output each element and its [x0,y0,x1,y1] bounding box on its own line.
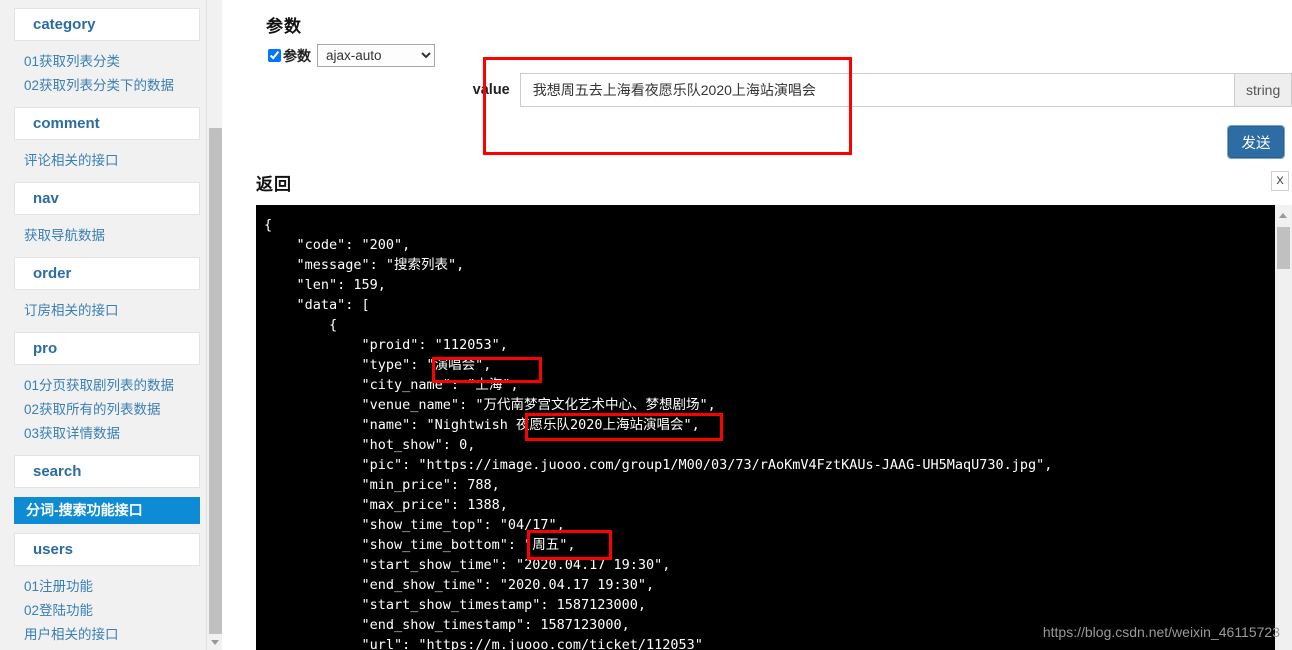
sidebar-spacer [0,98,208,107]
sidebar-spacer [0,290,208,299]
sidebar-spacer [0,140,208,149]
sidebar-item-order[interactable]: 订房相关的接口 [14,299,200,323]
sidebar-item-category[interactable]: 01获取列表分类 [14,50,200,74]
sidebar-group-users[interactable]: users [14,533,200,566]
sidebar-group-pro[interactable]: pro [14,332,200,365]
sidebar: category 01获取列表分类02获取列表分类下的数据 comment 评论相关的… [0,0,222,650]
params-checkbox-label: 参数 [283,46,311,66]
console-scrollbar-thumb[interactable] [1277,227,1290,269]
request-mode-select[interactable]: ajax-auto [317,44,435,67]
sidebar-scrollbar[interactable] [206,0,222,650]
sidebar-item-pro[interactable]: 03获取详情数据 [14,422,200,446]
console-scrollbar[interactable] [1275,205,1292,650]
api-debug-tool: category 01获取列表分类02获取列表分类下的数据 comment 评论相关的… [0,0,1292,650]
scroll-down-arrow-icon[interactable] [207,634,222,650]
response-section-title: 返回 [256,170,292,195]
close-icon[interactable]: X [1271,171,1289,191]
params-enabled-checkbox[interactable] [268,49,281,62]
response-json-body: { "code": "200", "message": "搜索列表", "len… [264,215,1052,650]
sidebar-group-comment[interactable]: comment [14,107,200,140]
param-mode-row: 参数 ajax-auto [268,44,435,67]
sidebar-spacer [0,173,208,182]
sidebar-spacer [0,248,208,257]
value-type-label: string [1234,73,1292,107]
sidebar-item-comment[interactable]: 评论相关的接口 [14,149,200,173]
params-section-title: 参数 [266,12,302,37]
response-console: { "code": "200", "message": "搜索列表", "len… [256,205,1292,650]
main-panel: 参数 参数 ajax-auto value string 发送 返回 X { "… [222,0,1292,650]
sidebar-spacer [0,488,208,497]
sidebar-scrollbar-thumb[interactable] [209,128,222,635]
sidebar-spacer [0,215,208,224]
value-field-label: value [462,73,520,107]
send-button[interactable]: 发送 [1228,126,1284,158]
sidebar-spacer [0,323,208,332]
sidebar-item-users[interactable]: 02登陆功能 [14,599,200,623]
sidebar-item-pro[interactable]: 02获取所有的列表数据 [14,398,200,422]
sidebar-item-users[interactable]: 用户相关的接口 [14,623,200,647]
sidebar-group-nav[interactable]: nav [14,182,200,215]
sidebar-spacer [0,41,208,50]
sidebar-item-search[interactable]: 分词-搜索功能接口 [14,497,200,524]
sidebar-item-category[interactable]: 02获取列表分类下的数据 [14,74,200,98]
watermark-text: https://blog.csdn.net/weixin_46115723 [1043,624,1280,640]
sidebar-group-category[interactable]: category [14,8,200,41]
sidebar-group-search[interactable]: search [14,455,200,488]
sidebar-spacer [0,446,208,455]
value-field-row: value string [462,73,1292,107]
sidebar-spacer [0,365,208,374]
sidebar-spacer [0,524,208,533]
sidebar-item-nav[interactable]: 获取导航数据 [14,224,200,248]
sidebar-spacer [0,566,208,575]
sidebar-item-users[interactable]: 01注册功能 [14,575,200,599]
sidebar-item-pro[interactable]: 01分页获取剧列表的数据 [14,374,200,398]
value-input[interactable] [520,73,1235,107]
console-scroll-up-arrow-icon[interactable] [1275,207,1291,223]
sidebar-list: category 01获取列表分类02获取列表分类下的数据 comment 评论相关的… [0,0,208,650]
sidebar-group-order[interactable]: order [14,257,200,290]
